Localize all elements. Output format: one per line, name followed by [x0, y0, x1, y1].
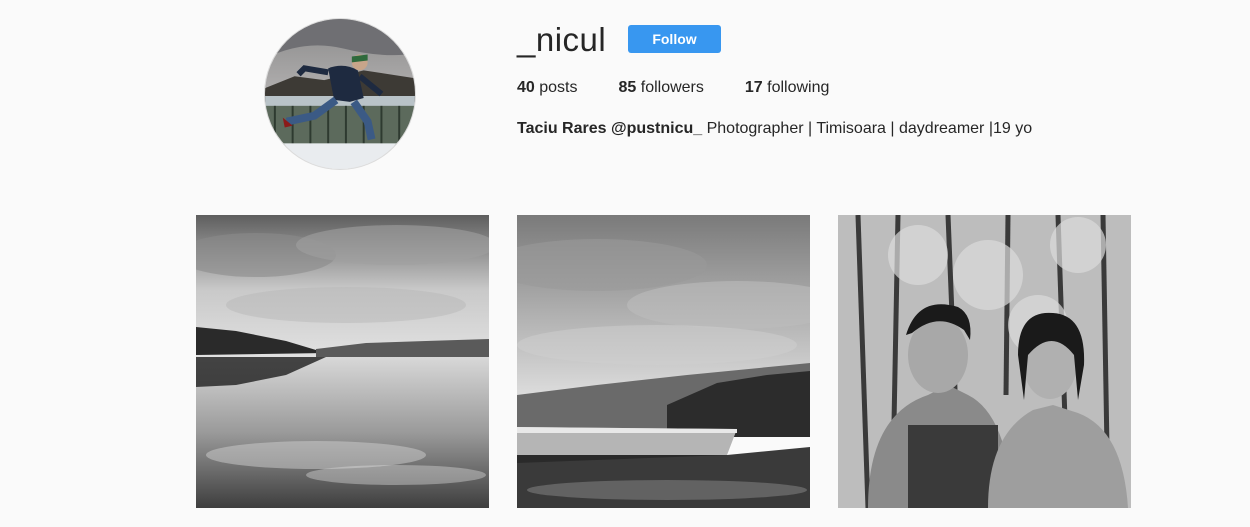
- post-thumbnail[interactable]: [196, 215, 489, 508]
- lake-landscape-photo: [196, 215, 489, 508]
- followers-stat[interactable]: 85 followers: [619, 78, 704, 98]
- post-thumbnail[interactable]: [517, 215, 810, 508]
- posts-label: posts: [539, 79, 578, 96]
- bio-name: Taciu Rares @pustnicu_: [517, 120, 703, 137]
- following-count: 17: [744, 79, 763, 96]
- bio-text: Photographer | Timisoara | daydreamer |1…: [706, 120, 1033, 137]
- following-stat[interactable]: 17 following: [745, 78, 830, 98]
- posts-count: 40: [517, 79, 535, 96]
- profile-bio: Taciu Rares @pustnicu_ Photographer | Ti…: [517, 119, 1032, 139]
- dam-and-hills-photo: [517, 215, 810, 508]
- following-label: following: [767, 79, 830, 96]
- profile-username: _nicul: [517, 21, 607, 58]
- profile-stats: 40 posts 85 followers 17 following: [517, 78, 829, 98]
- post-thumbnail[interactable]: [838, 215, 1131, 508]
- follow-button[interactable]: Follow: [628, 25, 721, 53]
- couple-in-forest-photo: [838, 215, 1131, 508]
- posts-stat: 40 posts: [517, 78, 578, 98]
- avatar-photo: [265, 19, 415, 169]
- followers-label: followers: [640, 79, 704, 96]
- profile-avatar[interactable]: [264, 18, 416, 170]
- followers-count: 85: [618, 79, 637, 96]
